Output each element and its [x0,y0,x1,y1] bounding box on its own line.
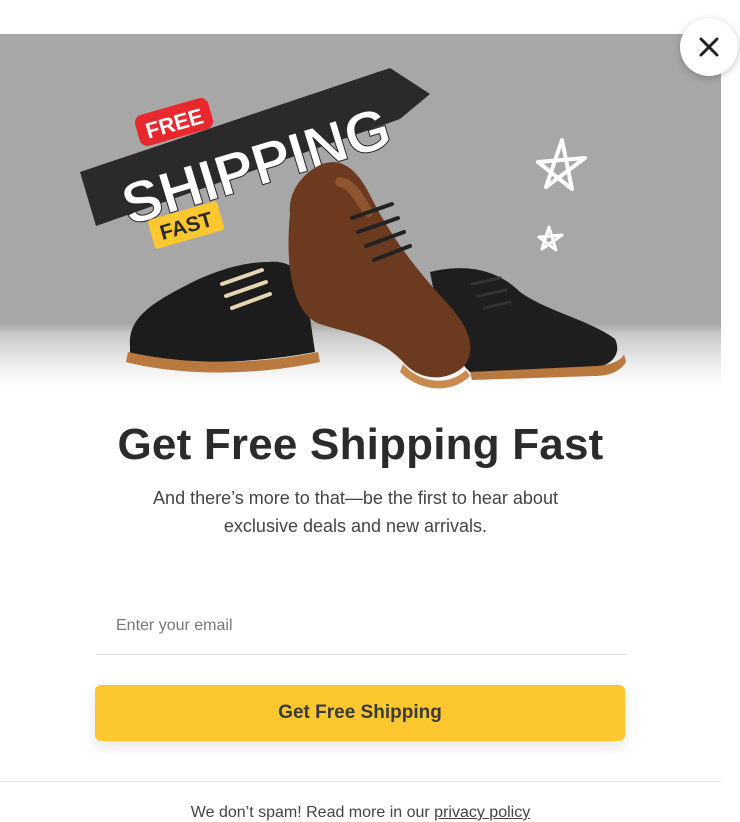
email-field[interactable] [96,600,626,652]
close-button[interactable] [680,18,738,76]
shoes-product-image: FREE SHIPPING FAST [80,68,626,389]
get-free-shipping-button[interactable]: Get Free Shipping [95,685,625,741]
hero-image: FREE SHIPPING FAST [0,34,721,389]
email-field-container [96,600,626,655]
star-doodle-icon [536,138,587,191]
popup-title: Get Free Shipping Fast [117,420,604,469]
privacy-policy-link[interactable]: privacy policy [434,804,530,821]
signup-popup: FREE SHIPPING FAST Get Free Shipping Fas… [0,34,721,821]
close-icon [699,37,719,57]
spam-disclaimer: We don’t spam! Read more in our privacy … [0,804,721,822]
black-shoe-left [126,261,320,373]
small-star-doodle-icon [537,225,564,252]
popup-subtitle: And there’s more to that—be the first to… [153,488,558,536]
divider [0,781,721,782]
disclaimer-text: We don’t spam! Read more in our [190,804,435,821]
